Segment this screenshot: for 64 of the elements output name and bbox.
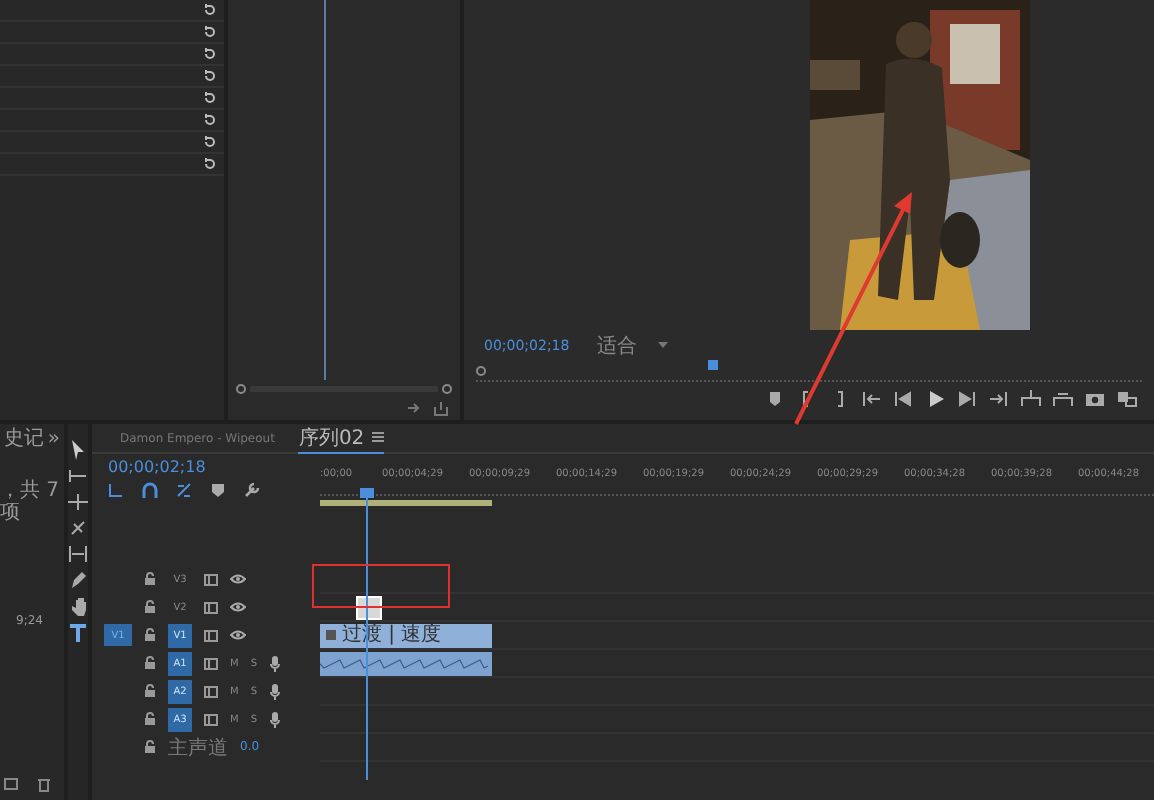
lock-icon[interactable] [144,572,156,586]
lock-icon[interactable] [144,628,156,642]
slip-tool-icon[interactable] [68,544,88,564]
microphone-icon[interactable] [269,655,280,671]
filmstrip-icon[interactable] [204,573,218,585]
go-to-out-icon[interactable] [988,390,1010,408]
highlight-box [312,564,450,608]
filmstrip-icon[interactable] [204,601,218,613]
reset-icon[interactable] [204,158,216,170]
nest-icon[interactable] [108,482,124,498]
reset-icon[interactable] [204,26,216,38]
play-icon[interactable] [924,390,946,408]
reset-icon[interactable] [204,136,216,148]
selection-tool-icon[interactable] [68,440,88,460]
microphone-icon[interactable] [269,711,280,727]
lock-icon[interactable] [144,684,156,698]
zoom-dropdown[interactable]: 适合 [597,331,668,359]
trash-icon[interactable] [38,778,50,792]
more-icon[interactable]: » [47,427,60,449]
reset-icon[interactable] [204,48,216,60]
eye-icon[interactable] [230,630,246,640]
reset-icon[interactable] [204,4,216,16]
filmstrip-icon[interactable] [204,685,218,697]
caret-icon [657,342,668,348]
ripple-edit-icon[interactable] [68,492,88,512]
panel-tab[interactable]: 史记 [4,424,44,452]
list-icon[interactable] [4,778,18,790]
filmstrip-icon[interactable] [204,629,218,641]
hand-icon[interactable] [68,596,88,616]
step-back-icon[interactable] [892,390,914,408]
fx-icon [326,630,336,640]
filmstrip-icon[interactable] [204,657,218,669]
eye-icon[interactable] [230,574,246,584]
overwrite-icon[interactable] [1052,390,1074,408]
item-count: ，共 7 项 [0,480,62,524]
go-to-in-icon[interactable] [860,390,882,408]
wrench-icon[interactable] [244,482,260,498]
export-icon[interactable] [434,401,448,415]
export-frame-icon[interactable] [1116,390,1138,408]
lock-icon[interactable] [144,712,156,726]
reset-icon[interactable] [204,114,216,126]
marker-icon[interactable] [210,482,226,498]
reset-icon[interactable] [204,92,216,104]
pen-icon[interactable] [68,570,88,590]
eye-icon[interactable] [230,602,246,612]
track-select-icon[interactable] [68,466,88,486]
lock-icon[interactable] [144,740,156,754]
camera-icon[interactable] [1084,390,1106,408]
microphone-icon[interactable] [269,683,280,699]
lock-icon[interactable] [144,600,156,614]
menu-icon[interactable] [372,432,385,442]
type-tool-icon[interactable] [68,622,88,642]
linked-selection-icon[interactable] [176,482,192,498]
snap-icon[interactable] [142,482,158,498]
playhead-handle[interactable] [360,488,374,498]
timeline-tab[interactable]: 序列02 [298,423,385,453]
timecode[interactable]: 00;00;02;18 [108,458,304,476]
marker-icon[interactable] [764,390,786,408]
filmstrip-icon[interactable] [204,713,218,725]
lock-icon[interactable] [144,656,156,670]
track-name: 主声道 [168,735,228,761]
reset-icon[interactable] [204,70,216,82]
razor-icon[interactable] [68,518,88,538]
step-forward-icon[interactable] [956,390,978,408]
